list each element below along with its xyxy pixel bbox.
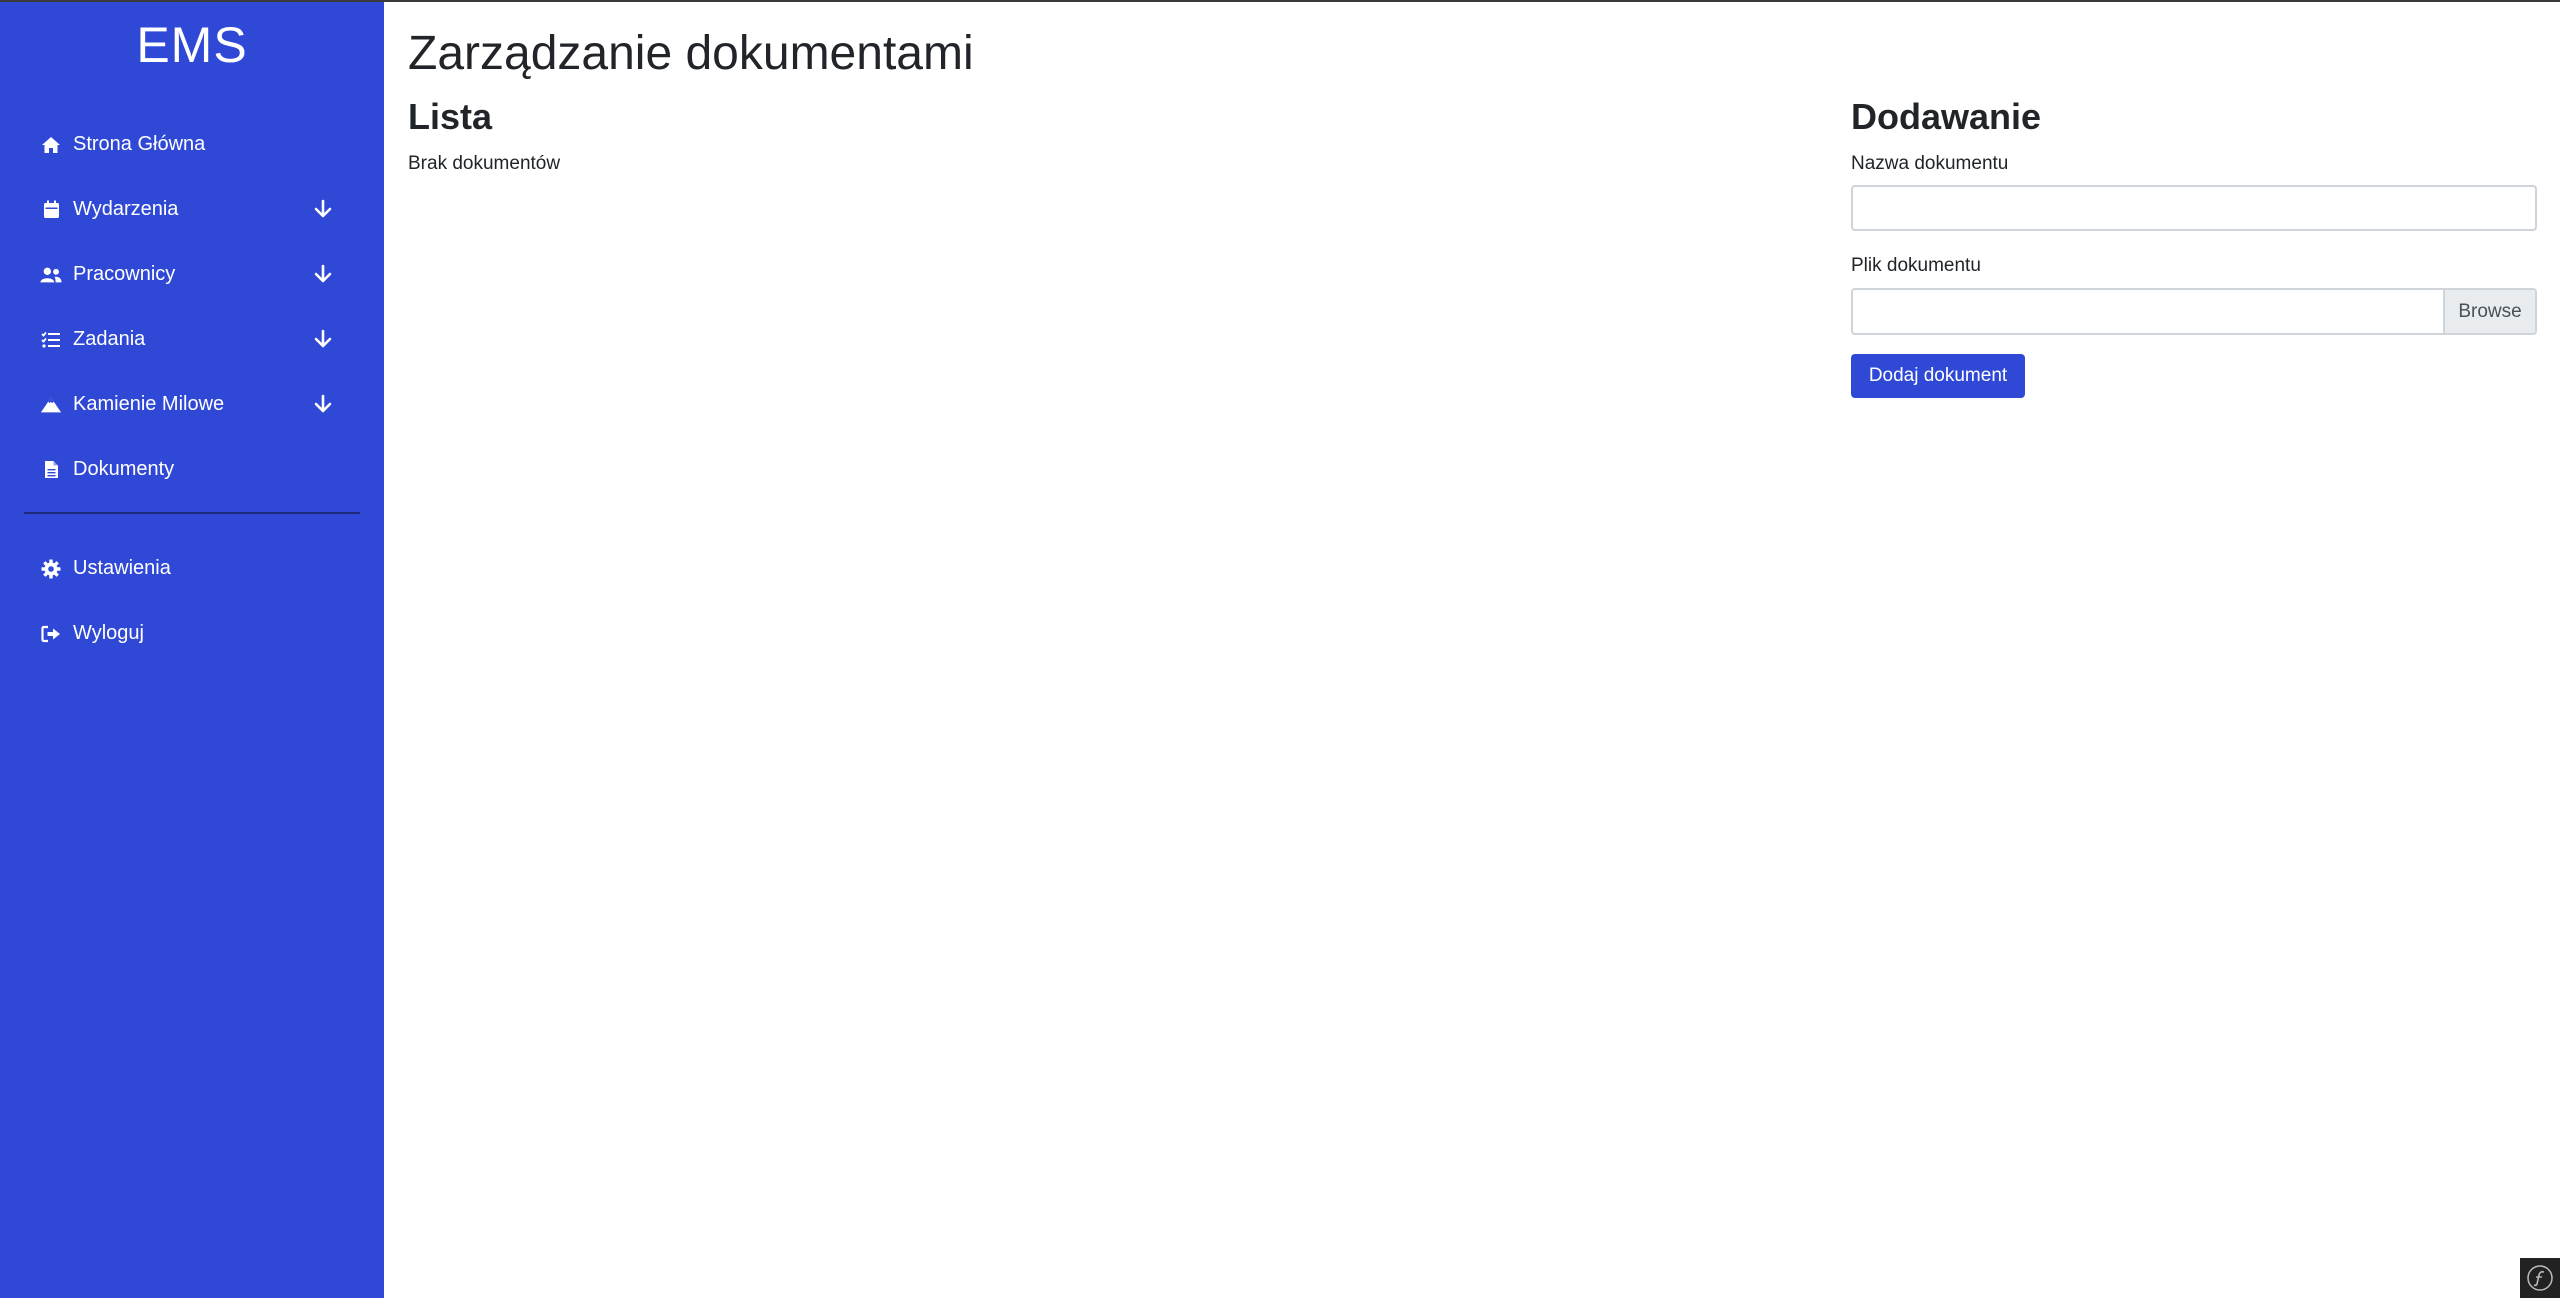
sidebar-item-label: Ustawienia — [73, 557, 171, 579]
sidebar-item-tasks[interactable]: Zadania — [0, 307, 384, 372]
sidebar-item-logout[interactable]: Wyloguj — [0, 601, 384, 666]
sidebar-nav: Strona Główna Wydarzenia Pracownicy Zada… — [0, 112, 384, 502]
arrow-down-icon[interactable] — [312, 393, 334, 415]
brand-logo[interactable]: EMS — [0, 16, 384, 74]
sidebar-item-employees[interactable]: Pracownicy — [0, 242, 384, 307]
file-icon — [40, 459, 62, 481]
document-file-label: Plik dokumentu — [1851, 255, 1981, 276]
browse-button[interactable]: Browse — [2443, 290, 2535, 333]
symfony-logo-icon — [2527, 1265, 2553, 1291]
sidebar-item-label: Wyloguj — [73, 622, 144, 644]
form-title: Dodawanie — [1851, 96, 2042, 137]
sidebar-item-label: Pracownicy — [73, 263, 176, 285]
calendar-icon — [40, 199, 62, 221]
sidebar: EMS Strona Główna Wydarzenia Pracownicy — [0, 0, 384, 1298]
gear-icon — [40, 558, 62, 580]
sidebar-item-home[interactable]: Strona Główna — [0, 112, 384, 177]
arrow-down-icon[interactable] — [312, 328, 334, 350]
main-content: Zarządzanie dokumentami Lista Brak dokum… — [384, 0, 2560, 1298]
sidebar-item-documents[interactable]: Dokumenty — [0, 437, 384, 502]
sidebar-item-label: Strona Główna — [73, 133, 206, 155]
logout-icon — [40, 623, 62, 645]
tasks-icon — [40, 329, 62, 351]
sidebar-item-events[interactable]: Wydarzenia — [0, 177, 384, 242]
sidebar-bottom-nav: Ustawienia Wyloguj — [0, 536, 384, 666]
add-document-button[interactable]: Dodaj dokument — [1851, 354, 2025, 398]
symfony-toolbar-icon[interactable] — [2520, 1258, 2560, 1298]
document-file-field[interactable]: Browse — [1851, 288, 2537, 335]
home-icon — [40, 134, 62, 156]
arrow-down-icon[interactable] — [312, 198, 334, 220]
document-name-label: Nazwa dokumentu — [1851, 153, 2009, 174]
arrow-down-icon[interactable] — [312, 263, 334, 285]
document-name-field[interactable] — [1851, 185, 2537, 231]
sidebar-item-milestones[interactable]: Kamienie Milowe — [0, 372, 384, 437]
sidebar-item-label: Zadania — [73, 328, 146, 350]
list-title: Lista — [408, 96, 493, 137]
sidebar-item-label: Dokumenty — [73, 458, 175, 480]
sidebar-item-label: Wydarzenia — [73, 198, 179, 220]
sidebar-item-settings[interactable]: Ustawienia — [0, 536, 384, 601]
empty-list-message: Brak dokumentów — [408, 153, 561, 174]
page-title: Zarządzanie dokumentami — [408, 27, 974, 80]
sidebar-divider — [24, 512, 360, 514]
users-icon — [40, 264, 62, 286]
sidebar-item-label: Kamienie Milowe — [73, 393, 225, 415]
mountain-icon — [40, 394, 62, 416]
